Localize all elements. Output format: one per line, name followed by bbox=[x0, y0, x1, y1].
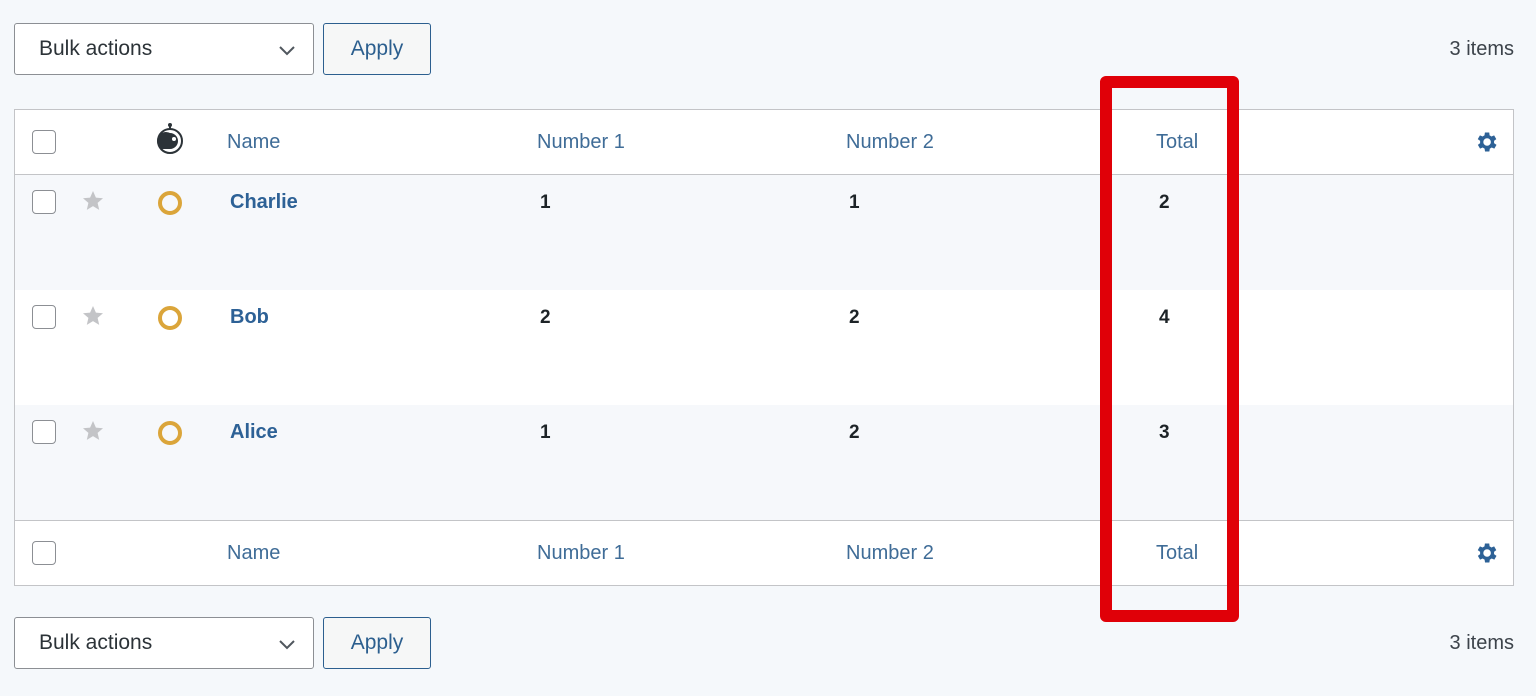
row-total: 3 bbox=[1159, 422, 1170, 443]
row-total: 2 bbox=[1159, 192, 1170, 213]
bulk-actions-select[interactable]: Bulk actions bbox=[14, 23, 314, 75]
row-checkbox[interactable] bbox=[32, 305, 56, 329]
item-count-bottom: 3 items bbox=[1449, 631, 1514, 654]
star-icon[interactable] bbox=[81, 189, 105, 213]
star-icon[interactable] bbox=[81, 419, 105, 443]
table-row: Bob 2 2 4 bbox=[15, 290, 1513, 405]
list-table: Name Number 1 Number 2 Total Charlie 1 1… bbox=[14, 109, 1514, 586]
row-number1: 1 bbox=[540, 192, 551, 213]
status-ring-icon bbox=[158, 421, 182, 445]
apply-button-bottom[interactable]: Apply bbox=[323, 617, 431, 669]
bot-icon bbox=[157, 123, 183, 154]
column-header-number1[interactable]: Number 1 bbox=[537, 131, 625, 154]
table-header: Name Number 1 Number 2 Total bbox=[15, 110, 1513, 175]
row-number1: 2 bbox=[540, 307, 551, 328]
item-count: 3 items bbox=[1449, 37, 1514, 60]
star-icon[interactable] bbox=[81, 304, 105, 328]
bulk-actions-select-bottom[interactable]: Bulk actions bbox=[14, 617, 314, 669]
column-footer-number2[interactable]: Number 2 bbox=[846, 542, 934, 565]
column-header-number2[interactable]: Number 2 bbox=[846, 131, 934, 154]
column-header-total[interactable]: Total bbox=[1156, 131, 1198, 154]
table-row: Charlie 1 1 2 bbox=[15, 175, 1513, 290]
row-name-link[interactable]: Charlie bbox=[230, 191, 298, 214]
row-number1: 1 bbox=[540, 422, 551, 443]
select-all-checkbox-footer[interactable] bbox=[32, 541, 56, 565]
gear-icon[interactable] bbox=[1473, 129, 1499, 155]
row-number2: 2 bbox=[849, 307, 860, 328]
column-header-name[interactable]: Name bbox=[227, 131, 280, 154]
apply-button[interactable]: Apply bbox=[323, 23, 431, 75]
row-checkbox[interactable] bbox=[32, 420, 56, 444]
column-footer-total[interactable]: Total bbox=[1156, 542, 1198, 565]
status-ring-icon bbox=[158, 306, 182, 330]
row-name-link[interactable]: Bob bbox=[230, 306, 269, 329]
row-name-link[interactable]: Alice bbox=[230, 421, 278, 444]
row-checkbox[interactable] bbox=[32, 190, 56, 214]
tablenav-top: Bulk actions Apply 3 items bbox=[14, 23, 1514, 75]
select-all-checkbox[interactable] bbox=[32, 130, 56, 154]
table-footer: Name Number 1 Number 2 Total bbox=[15, 520, 1513, 585]
chevron-down-icon bbox=[279, 640, 295, 650]
bulk-actions-label: Bulk actions bbox=[39, 631, 153, 654]
tablenav-bottom: Bulk actions Apply 3 items bbox=[14, 617, 1514, 669]
status-ring-icon bbox=[158, 191, 182, 215]
chevron-down-icon bbox=[279, 46, 295, 56]
row-number2: 2 bbox=[849, 422, 860, 443]
gear-icon[interactable] bbox=[1473, 540, 1499, 566]
column-footer-name[interactable]: Name bbox=[227, 542, 280, 565]
row-number2: 1 bbox=[849, 192, 860, 213]
table-row: Alice 1 2 3 bbox=[15, 405, 1513, 520]
row-total: 4 bbox=[1159, 307, 1170, 328]
column-footer-number1[interactable]: Number 1 bbox=[537, 542, 625, 565]
bulk-actions-label: Bulk actions bbox=[39, 37, 153, 60]
